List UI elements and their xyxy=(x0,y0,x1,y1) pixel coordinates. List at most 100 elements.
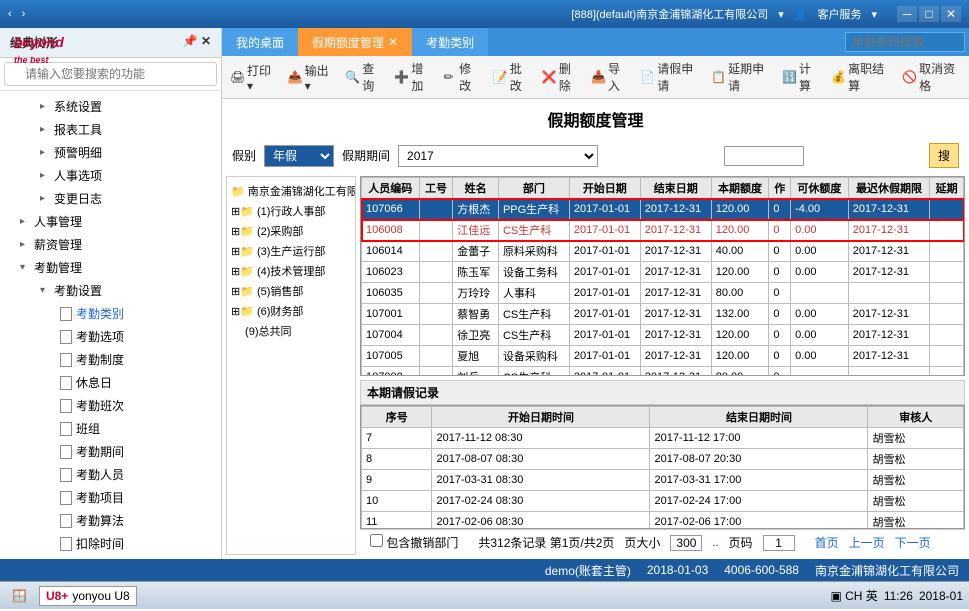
chevron-left-icon[interactable]: ‹ xyxy=(8,8,12,20)
tab-close-icon[interactable]: ✕ xyxy=(388,35,398,49)
dept-item[interactable]: ⊞📁 (1)行政人事部 xyxy=(231,201,351,221)
table-row[interactable]: 106008江佳远CS生产科2017-01-012017-12-31120.00… xyxy=(362,220,964,241)
toolbar-输出[interactable]: 📤输出 ▾ xyxy=(288,62,334,93)
pin-icon[interactable]: 📌 xyxy=(183,34,198,48)
col-header[interactable]: 作 xyxy=(769,178,791,199)
first-page[interactable]: 首页 xyxy=(815,534,839,551)
tab[interactable]: 我的桌面 xyxy=(222,28,298,56)
tab-search-input[interactable] xyxy=(845,32,965,52)
tree-item[interactable]: 扣除时间 xyxy=(0,532,221,555)
tree-item[interactable]: ▸薪资管理 xyxy=(0,233,221,256)
table-row[interactable]: 107001蔡智勇CS生产科2017-01-012017-12-31132.00… xyxy=(362,304,964,325)
tree-item[interactable]: 班组 xyxy=(0,417,221,440)
close-icon[interactable]: ✕ xyxy=(201,34,211,48)
tray-ime[interactable]: ▣ CH 英 xyxy=(830,587,877,604)
dept-item[interactable]: ⊞📁 (5)销售部 xyxy=(231,281,351,301)
col-header[interactable]: 结束日期 xyxy=(640,178,711,199)
tree-item[interactable]: ▸人事选项 xyxy=(0,164,221,187)
toolbar-导入[interactable]: 📥导入 xyxy=(591,60,628,94)
col-header[interactable]: 审核人 xyxy=(868,407,964,428)
include-revoked-check[interactable]: 包含撤销部门 xyxy=(370,534,458,551)
table-row[interactable]: 106014金蕾子原料采购科2017-01-012017-12-3140.000… xyxy=(362,241,964,262)
tree-item[interactable]: ▾考勤设置 xyxy=(0,279,221,302)
tree-item[interactable]: 考勤选项 xyxy=(0,325,221,348)
tree-item[interactable]: 考勤算法 xyxy=(0,509,221,532)
toolbar-请假申请[interactable]: 📄请假申请 xyxy=(640,60,699,94)
tree-item[interactable]: ▾考勤管理 xyxy=(0,256,221,279)
tree-item[interactable]: ▸移动考勤 xyxy=(0,555,221,559)
col-header[interactable]: 最迟休假期限 xyxy=(848,178,930,199)
table-row[interactable]: 92017-03-31 08:302017-03-31 17:00胡雪松 xyxy=(362,470,964,491)
tree-item[interactable]: 考勤类别 xyxy=(0,302,221,325)
table-row[interactable]: 82017-08-07 08:302017-08-07 20:30胡雪松 xyxy=(362,449,964,470)
account-label[interactable]: [888](default)南京金浦锦湖化工有限公司 xyxy=(571,6,768,22)
service-label[interactable]: 客户服务 xyxy=(817,6,861,22)
detail-grid[interactable]: 序号开始日期时间结束日期时间审核人72017-11-12 08:302017-1… xyxy=(360,405,965,529)
tree-item[interactable]: ▸系统设置 xyxy=(0,95,221,118)
col-header[interactable]: 部门 xyxy=(498,178,569,199)
next-page[interactable]: 下一页 xyxy=(895,534,931,551)
tree-item[interactable]: 考勤班次 xyxy=(0,394,221,417)
close-button[interactable]: ✕ xyxy=(941,6,961,22)
refresh-button[interactable]: 搜 xyxy=(929,143,959,168)
dept-item[interactable]: ⊞📁 (6)财务部 xyxy=(231,301,351,321)
page-num-input[interactable] xyxy=(763,535,795,551)
tab[interactable]: 考勤类别 xyxy=(412,28,488,56)
toolbar-计算[interactable]: 🔢计算 xyxy=(782,60,819,94)
toolbar-增加[interactable]: ➕增加 xyxy=(394,60,431,94)
toolbar-修改[interactable]: ✏修改 xyxy=(444,60,481,94)
task-app[interactable]: U8+ yonyou U8 xyxy=(39,586,137,606)
dept-item[interactable]: ⊞📁 (3)生产运行部 xyxy=(231,241,351,261)
col-header[interactable]: 开始日期 xyxy=(569,178,640,199)
table-row[interactable]: 112017-02-06 08:302017-02-06 17:00胡雪松 xyxy=(362,512,964,530)
tree-item[interactable]: 考勤制度 xyxy=(0,348,221,371)
col-header[interactable]: 序号 xyxy=(362,407,432,428)
table-row[interactable]: 106035万玲玲人事科2017-01-012017-12-3180.000 xyxy=(362,283,964,304)
col-header[interactable]: 本期额度 xyxy=(711,178,769,199)
col-header[interactable]: 人员编码 xyxy=(362,178,420,199)
prev-page[interactable]: 上一页 xyxy=(849,534,885,551)
tree-item[interactable]: ▸变更日志 xyxy=(0,187,221,210)
table-row[interactable]: 102017-02-24 08:302017-02-24 17:00胡雪松 xyxy=(362,491,964,512)
tab[interactable]: 假期额度管理 ✕ xyxy=(298,28,412,56)
col-header[interactable]: 延期 xyxy=(930,178,964,199)
tree-item[interactable]: 考勤项目 xyxy=(0,486,221,509)
table-row[interactable]: 107005夏旭设备采购科2017-01-012017-12-31120.000… xyxy=(362,346,964,367)
toolbar-打印[interactable]: 🖨打印 ▾ xyxy=(230,62,276,93)
toolbar-离职结算[interactable]: 💰离职结算 xyxy=(831,60,890,94)
toolbar-取消资格[interactable]: 🚫取消资格 xyxy=(902,60,961,94)
toolbar-删除[interactable]: ❌删除 xyxy=(542,60,579,94)
toolbar-查询[interactable]: 🔍查询 xyxy=(345,60,382,94)
toolbar-延期申请[interactable]: 📋延期申请 xyxy=(711,60,770,94)
table-row[interactable]: 106023陈玉军设备工务科2017-01-012017-12-31120.00… xyxy=(362,262,964,283)
minimize-button[interactable]: ─ xyxy=(897,6,917,22)
toolbar-批改[interactable]: 📝批改 xyxy=(493,60,530,94)
filter-type-select[interactable]: 年假 xyxy=(264,145,334,167)
filter-extra-input[interactable] xyxy=(724,146,804,166)
col-header[interactable]: 开始日期时间 xyxy=(432,407,650,428)
col-header[interactable]: 可休额度 xyxy=(791,178,849,199)
col-header[interactable]: 结束日期时间 xyxy=(650,407,868,428)
tree-item[interactable]: ▸报表工具 xyxy=(0,118,221,141)
tree-item[interactable]: ▸预警明细 xyxy=(0,141,221,164)
table-row[interactable]: 107008刘兵CS生产科2017-01-012017-12-3180.000 xyxy=(362,367,964,377)
filter-period-select[interactable]: 2017 xyxy=(398,145,598,167)
tree-item[interactable]: 考勤人员 xyxy=(0,463,221,486)
table-row[interactable]: 107066方根杰PPG生产科2017-01-012017-12-31120.0… xyxy=(362,199,964,220)
col-header[interactable]: 姓名 xyxy=(453,178,499,199)
dept-item[interactable]: ⊞📁 (4)技术管理部 xyxy=(231,261,351,281)
table-row[interactable]: 72017-11-12 08:302017-11-12 17:00胡雪松 xyxy=(362,428,964,449)
dept-item[interactable]: ⊞📁 (2)采购部 xyxy=(231,221,351,241)
maximize-button[interactable]: □ xyxy=(919,6,939,22)
table-row[interactable]: 107004徐卫亮CS生产科2017-01-012017-12-31120.00… xyxy=(362,325,964,346)
main-grid[interactable]: 人员编码工号姓名部门开始日期结束日期本期额度作可休额度最迟休假期限延期10706… xyxy=(360,176,965,376)
page-size-input[interactable] xyxy=(670,535,702,551)
task-start[interactable]: 🪟 xyxy=(6,587,33,605)
tree-item[interactable]: ▸人事管理 xyxy=(0,210,221,233)
chevron-right-icon[interactable]: › xyxy=(22,8,26,20)
col-header[interactable]: 工号 xyxy=(419,178,453,199)
tree-item[interactable]: 考勤期间 xyxy=(0,440,221,463)
dept-item[interactable]: (9)总共同 xyxy=(231,321,351,341)
tree-item[interactable]: 休息日 xyxy=(0,371,221,394)
dept-item[interactable]: 📁 南京金浦锦湖化工有限公司 xyxy=(231,181,351,201)
